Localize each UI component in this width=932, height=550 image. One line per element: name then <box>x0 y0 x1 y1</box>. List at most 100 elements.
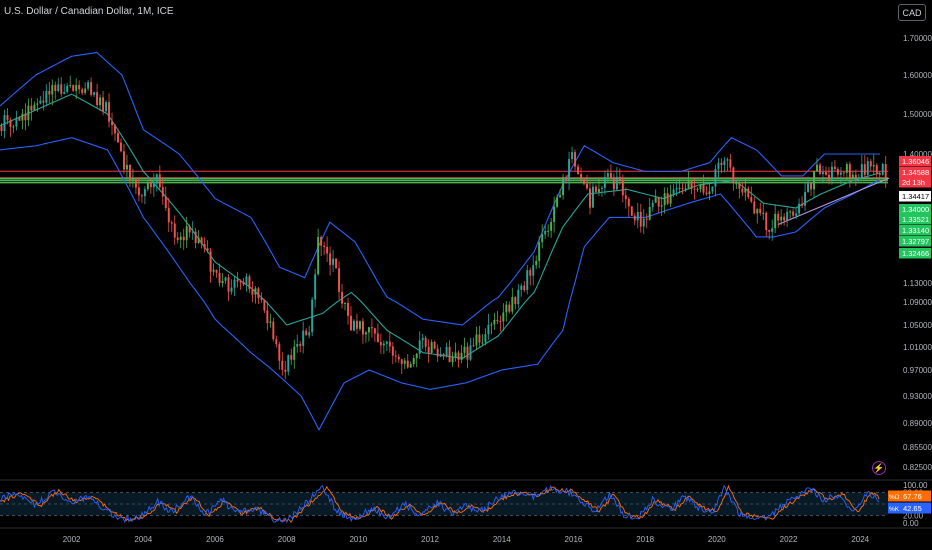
candle-body <box>475 334 478 346</box>
candle-body <box>72 85 75 91</box>
candle-body <box>382 343 385 346</box>
candle-body <box>672 189 675 195</box>
candle-body <box>78 85 81 90</box>
candle-body <box>87 82 90 89</box>
candle-body <box>353 320 355 331</box>
candle-body <box>185 226 188 241</box>
candle-body <box>320 236 323 246</box>
candle-body <box>833 166 836 170</box>
candle-body <box>176 237 179 241</box>
candle-body <box>460 352 463 360</box>
candle-body <box>678 187 681 189</box>
candle-body <box>335 258 338 269</box>
y-tick-label: 0.93000 <box>903 392 932 401</box>
candle-body <box>239 281 242 283</box>
candle-body <box>57 84 60 91</box>
candle-body <box>167 208 170 223</box>
candle-body <box>857 177 860 179</box>
candle-body <box>314 274 317 300</box>
candle-body <box>6 115 9 120</box>
candle-body <box>212 269 215 272</box>
candle-body <box>137 187 140 196</box>
candle-body <box>484 334 487 343</box>
y-tick-label: 1.05000 <box>903 321 932 330</box>
candle-body <box>194 231 197 243</box>
candle-body <box>341 291 344 304</box>
candle-body <box>412 358 415 364</box>
candle-body <box>120 142 122 152</box>
candle-body <box>146 182 149 190</box>
price-label-4: 1.34417 <box>902 192 929 201</box>
candle-body <box>804 191 807 206</box>
candle-body <box>735 183 738 185</box>
chart-background <box>0 0 932 550</box>
candle-body <box>356 320 358 329</box>
currency-button[interactable]: CAD <box>898 4 926 21</box>
candle-body <box>738 183 741 189</box>
candle-body <box>884 163 887 178</box>
candle-body <box>0 125 3 132</box>
candle-body <box>18 117 21 121</box>
candle-body <box>729 159 732 168</box>
price-label-7: 1.33140 <box>902 226 929 235</box>
candle-body <box>290 355 293 360</box>
candle-body <box>535 260 538 266</box>
candle-body <box>768 229 771 232</box>
candle-body <box>711 186 714 192</box>
y-tick-label: 0.85500 <box>903 443 932 452</box>
candle-body <box>681 187 684 189</box>
candle-body <box>24 113 27 121</box>
candle-body <box>102 97 105 112</box>
candle-body <box>654 197 657 203</box>
y-tick-label: 1.50000 <box>903 110 932 119</box>
candle-body <box>203 244 206 249</box>
candle-body <box>786 211 789 221</box>
candle-body <box>388 341 391 347</box>
candle-body <box>457 352 460 360</box>
candle-body <box>499 321 502 323</box>
candle-body <box>152 183 155 188</box>
candle-body <box>520 285 523 290</box>
candle-body <box>744 188 747 193</box>
candle-body <box>583 179 585 184</box>
candle-body <box>418 340 421 354</box>
candle-body <box>403 360 406 364</box>
candle-body <box>798 203 801 214</box>
candle-body <box>21 113 24 121</box>
y-tick-label: 1.09000 <box>903 298 932 307</box>
candle-body <box>514 297 517 305</box>
candle-body <box>263 299 266 311</box>
candle-body <box>574 152 577 167</box>
candle-body <box>385 341 388 344</box>
candle-body <box>128 164 131 181</box>
candle-body <box>556 197 559 207</box>
candle-body <box>269 321 272 323</box>
candle-body <box>714 169 717 187</box>
candle-body <box>547 230 550 232</box>
candle-body <box>839 172 842 175</box>
candle-body <box>827 174 830 181</box>
candle-body <box>245 276 248 285</box>
price-label-3: 2d 13h <box>902 178 925 187</box>
candle-body <box>131 179 134 181</box>
candle-body <box>454 352 457 358</box>
candle-body <box>553 206 556 222</box>
candle-body <box>693 188 696 190</box>
candle-body <box>218 272 221 284</box>
candle-body <box>600 187 603 189</box>
price-label-9: 1.32466 <box>902 249 929 258</box>
candle-body <box>481 342 484 344</box>
candle-body <box>723 160 726 166</box>
candle-body <box>122 151 125 170</box>
symbol-title[interactable]: U.S. Dollar / Canadian Dollar, 1M, ICE <box>4 6 174 17</box>
chart-canvas[interactable]: 1.700001.600001.500001.400001.130001.090… <box>0 0 932 550</box>
candle-body <box>272 321 275 340</box>
candle-body <box>284 369 287 372</box>
lightning-icon[interactable]: ⚡ <box>872 461 886 475</box>
osc-value-label-1: 67.76 <box>903 492 922 501</box>
candle-body <box>188 226 191 233</box>
candle-body <box>795 213 798 216</box>
y-tick-label: 1.13000 <box>903 279 932 288</box>
candle-body <box>332 258 335 265</box>
osc-value-label-2: 42.65 <box>903 504 922 513</box>
